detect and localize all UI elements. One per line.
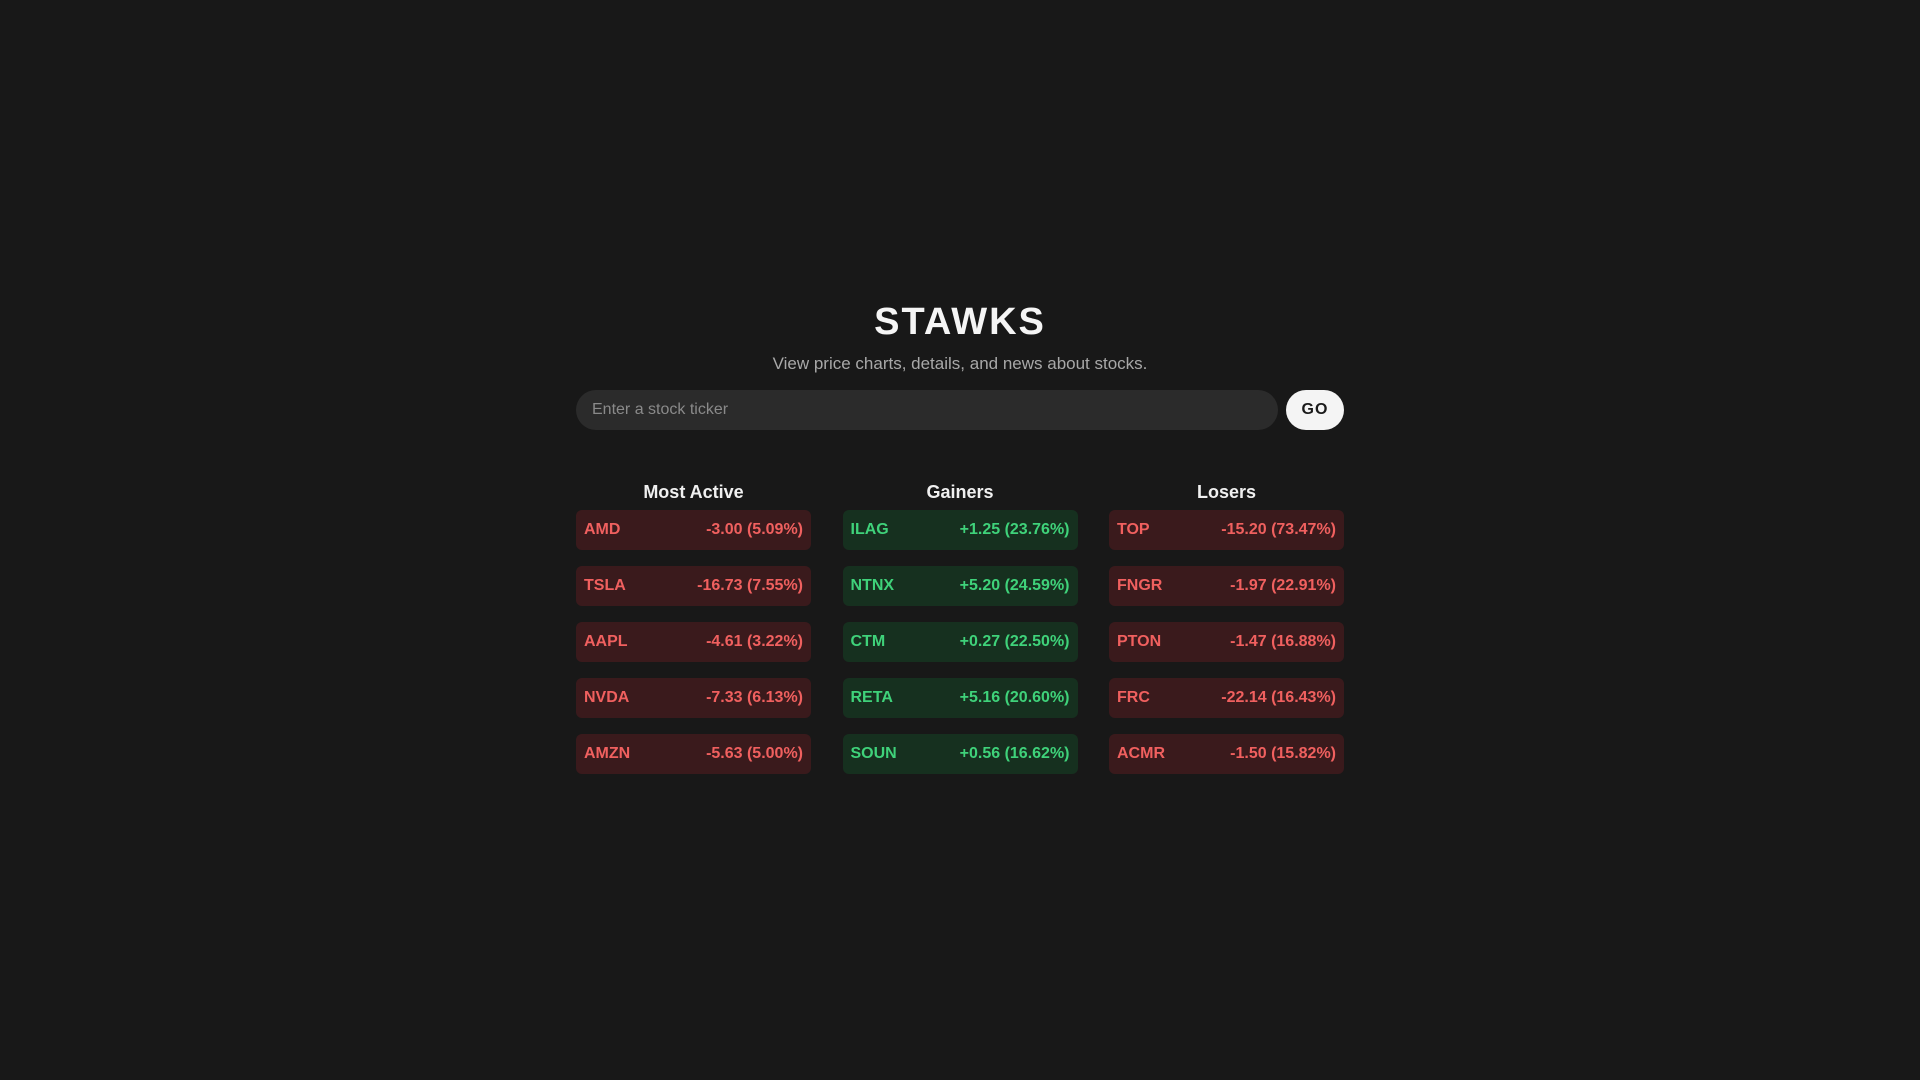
stock-change: +0.27 (22.50%)	[959, 633, 1070, 650]
stock-change: +0.56 (16.62%)	[959, 745, 1070, 762]
stock-row[interactable]: ACMR -1.50 (15.82%)	[1109, 734, 1344, 774]
stock-row[interactable]: TOP -15.20 (73.47%)	[1109, 510, 1344, 550]
stock-change: -1.50 (15.82%)	[1230, 745, 1336, 762]
market-lists: Most Active AMD -3.00 (5.09%) TSLA -16.73 (…	[576, 480, 1344, 790]
losers-heading: Losers	[1196, 482, 1257, 502]
stock-row[interactable]: AMD -3.00 (5.09%)	[576, 510, 811, 550]
ticker-search-input[interactable]	[576, 390, 1278, 430]
stock-row[interactable]: AMZN -5.63 (5.00%)	[576, 734, 811, 774]
stock-change: -5.63 (5.00%)	[706, 745, 803, 762]
stock-ticker: AAPL	[584, 633, 628, 650]
stock-row[interactable]: FRC -22.14 (16.43%)	[1109, 678, 1344, 718]
stock-ticker: AMZN	[584, 745, 631, 762]
stock-change: -15.20 (73.47%)	[1221, 521, 1336, 538]
stock-ticker: ACMR	[1117, 745, 1165, 762]
stock-row[interactable]: NVDA -7.33 (6.13%)	[576, 678, 811, 718]
stock-change: -4.61 (3.22%)	[706, 633, 803, 650]
stock-row[interactable]: RETA +5.16 (20.60%)	[842, 678, 1078, 718]
stock-ticker: TOP	[1117, 521, 1150, 538]
stock-ticker: SOUN	[850, 745, 897, 762]
stock-row[interactable]: FNGR -1.97 (22.91%)	[1109, 566, 1344, 606]
stock-change: -1.97 (22.91%)	[1230, 577, 1336, 594]
stock-change: -22.14 (16.43%)	[1221, 689, 1336, 706]
gainers-list: Gainers ILAG +1.25 (23.76%) NTNX +5.20 (24.…	[842, 480, 1078, 790]
stock-change: +1.25 (23.76%)	[959, 521, 1070, 538]
stock-ticker: NTNX	[850, 577, 895, 594]
gainers-heading: Gainers	[926, 482, 994, 502]
stock-ticker: AMD	[584, 521, 621, 538]
page-subtitle: View price charts, details, and news abo…	[772, 354, 1148, 373]
stock-row[interactable]: TSLA -16.73 (7.55%)	[576, 566, 811, 606]
stock-change: +5.20 (24.59%)	[959, 577, 1070, 594]
stock-change: -16.73 (7.55%)	[697, 577, 803, 594]
stock-ticker: CTM	[850, 633, 886, 650]
stock-change: +5.16 (20.60%)	[959, 689, 1070, 706]
stock-ticker: ILAG	[850, 521, 889, 538]
most-active-heading: Most Active	[643, 482, 744, 502]
go-button[interactable]: GO	[1286, 390, 1344, 430]
stock-ticker: TSLA	[584, 577, 626, 594]
stock-ticker: FRC	[1117, 689, 1150, 706]
stock-ticker: NVDA	[584, 689, 630, 706]
stock-row[interactable]: AAPL -4.61 (3.22%)	[576, 622, 811, 662]
stock-change: -3.00 (5.09%)	[706, 521, 803, 538]
stock-change: -1.47 (16.88%)	[1230, 633, 1336, 650]
stock-ticker: PTON	[1117, 633, 1162, 650]
stock-ticker: RETA	[850, 689, 893, 706]
home-container: STAWKS View price charts, details, and n…	[576, 296, 1344, 790]
most-active-list: Most Active AMD -3.00 (5.09%) TSLA -16.73 (…	[576, 480, 811, 790]
page-title: STAWKS	[874, 301, 1046, 343]
search-bar: GO	[576, 390, 1344, 430]
losers-list: Losers TOP -15.20 (73.47%) FNGR -1.97 (22.9…	[1109, 480, 1344, 790]
stock-row[interactable]: PTON -1.47 (16.88%)	[1109, 622, 1344, 662]
stock-row[interactable]: SOUN +0.56 (16.62%)	[842, 734, 1078, 774]
stock-ticker: FNGR	[1117, 577, 1163, 594]
stock-change: -7.33 (6.13%)	[706, 689, 803, 706]
stock-row[interactable]: CTM +0.27 (22.50%)	[842, 622, 1078, 662]
stock-row[interactable]: NTNX +5.20 (24.59%)	[842, 566, 1078, 606]
stock-row[interactable]: ILAG +1.25 (23.76%)	[842, 510, 1078, 550]
